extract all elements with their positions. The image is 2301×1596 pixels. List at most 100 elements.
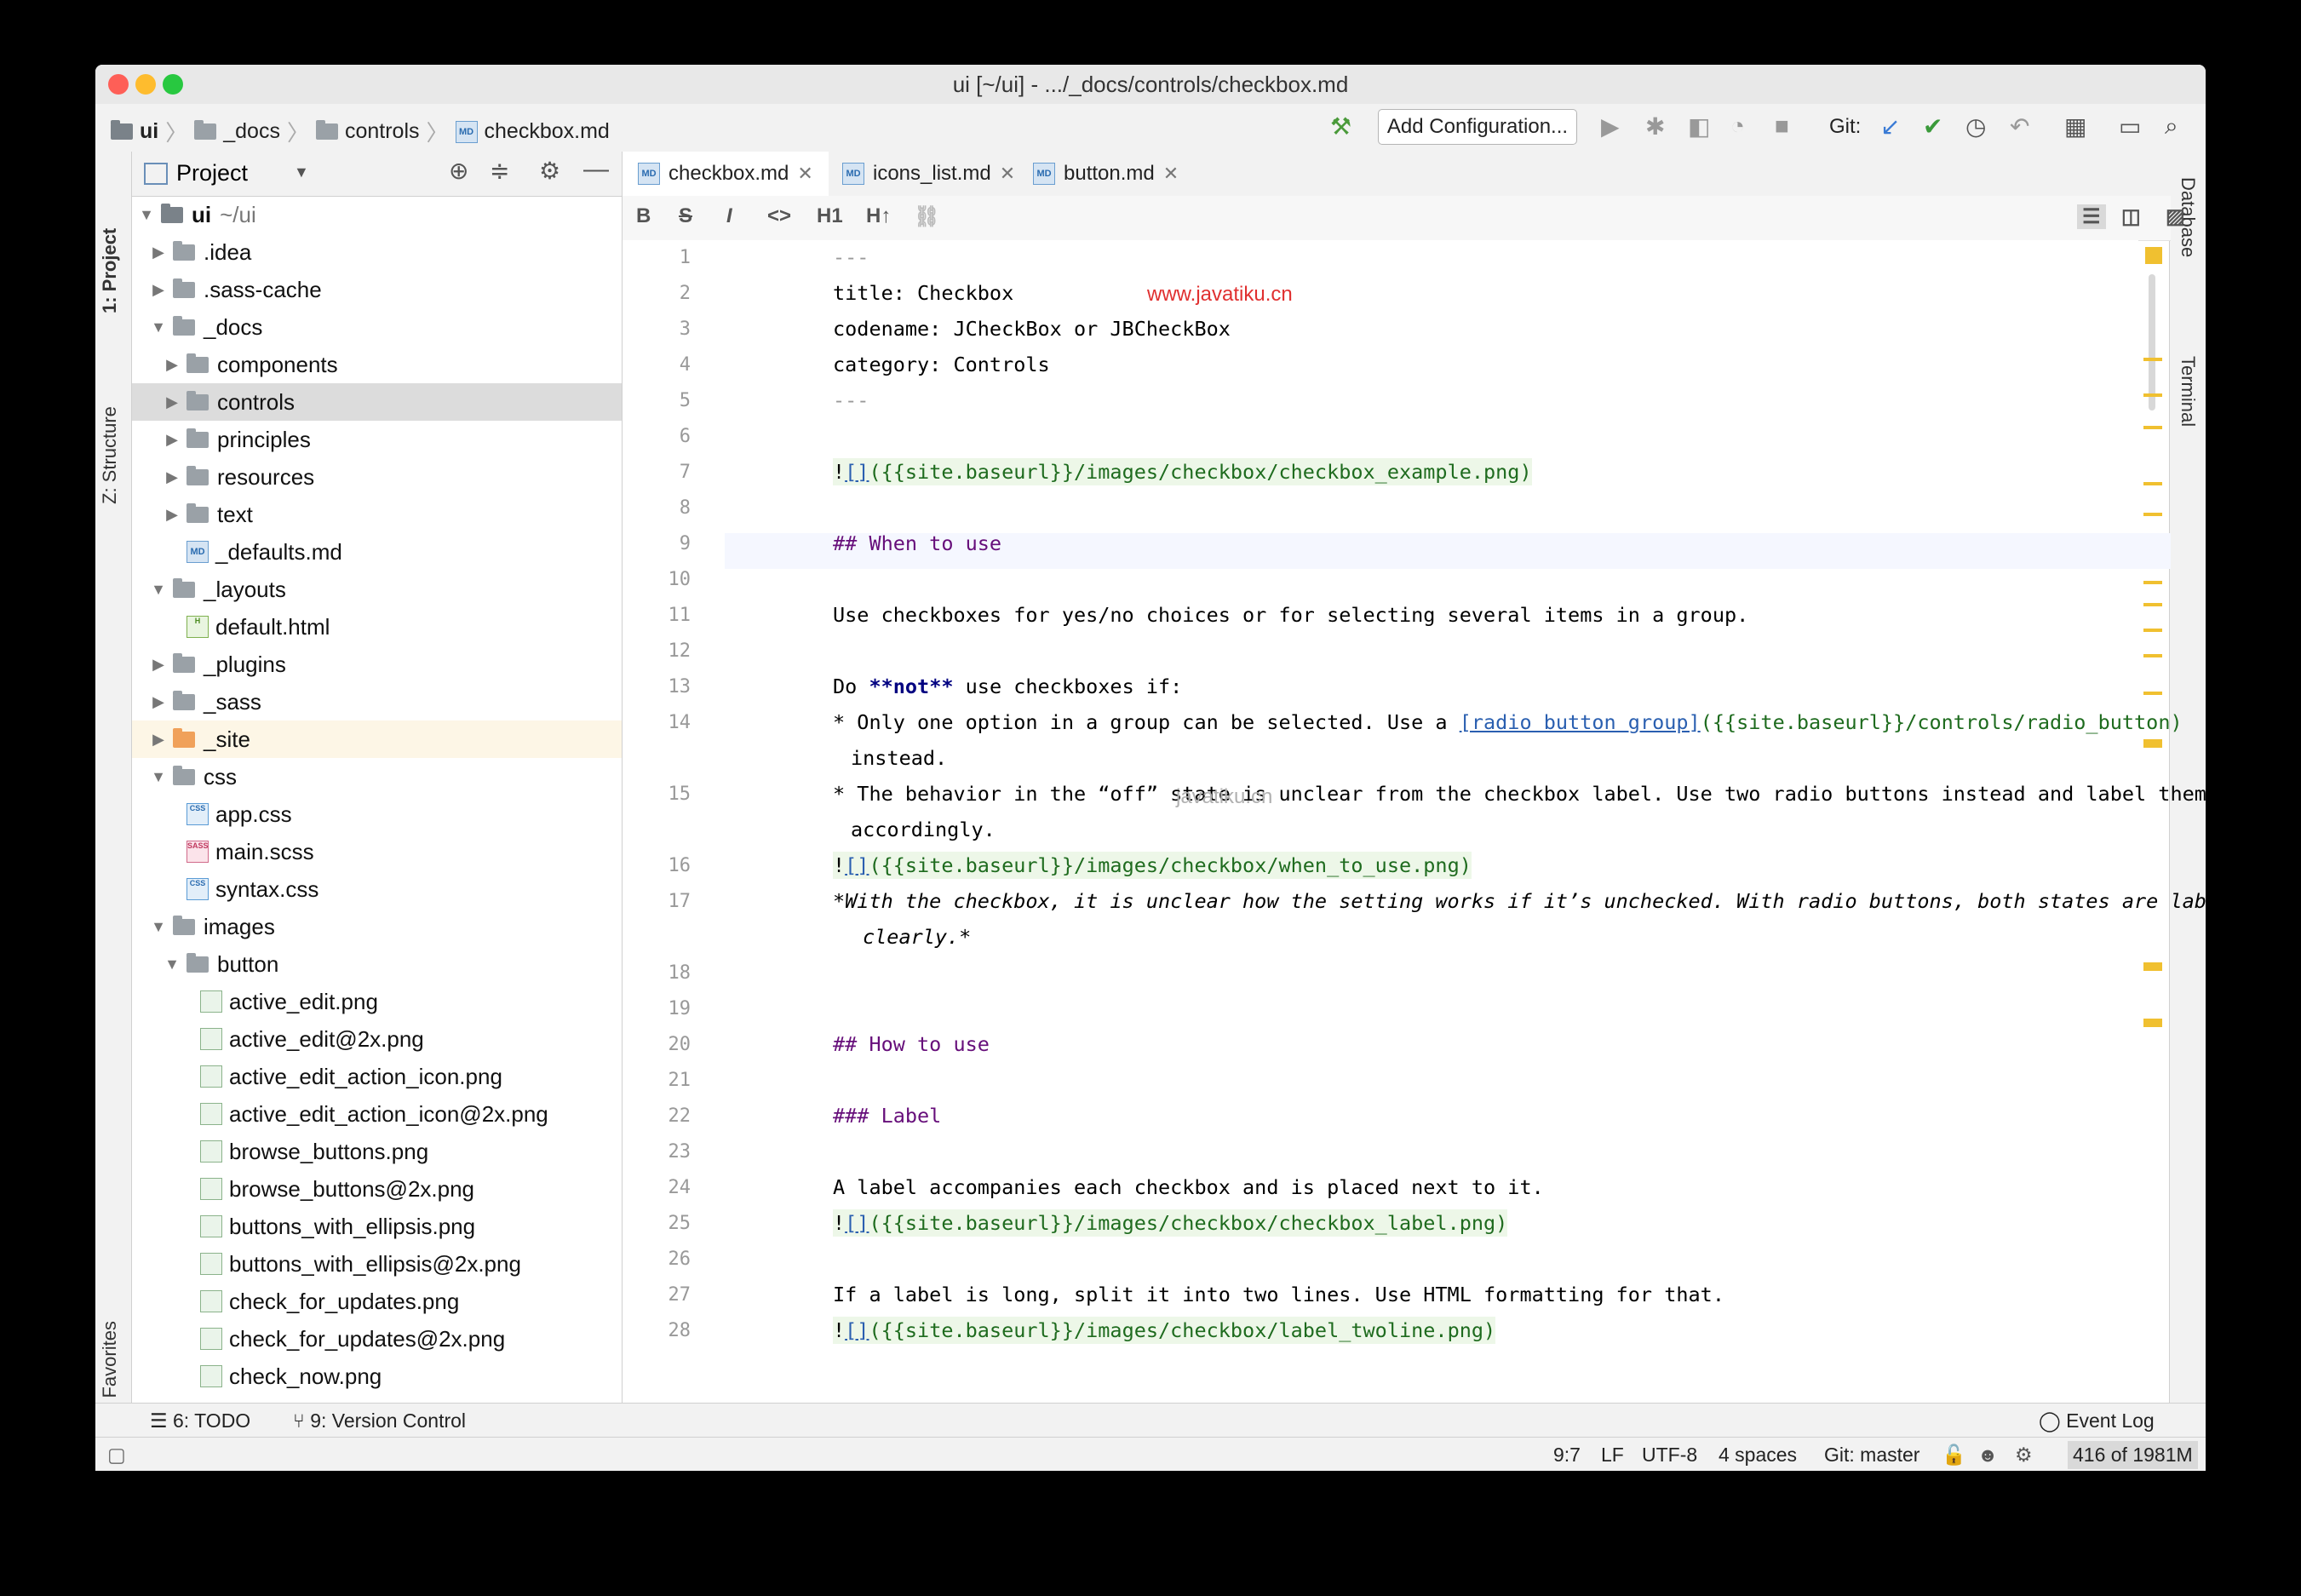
warning-marker[interactable] [2143,603,2162,606]
build-hammer-icon[interactable]: ⚒ [1330,112,1351,141]
warning-marker[interactable] [2143,393,2162,397]
event-log-button[interactable]: ◯ Event Log [2039,1409,2155,1432]
tree-item[interactable]: ▼ css [132,758,622,795]
tree-item[interactable]: ▶ text [132,496,622,533]
tree-root[interactable]: ▼ ui ~/ui [132,196,622,233]
warning-marker[interactable] [2143,739,2162,748]
close-tab-icon[interactable]: ✕ [1000,163,1015,185]
warning-marker[interactable] [2143,962,2162,971]
structure-tool-tab[interactable]: Z: Structure [99,406,121,504]
tree-item[interactable]: ▼ button [132,945,622,983]
git-update-icon[interactable]: ↙ [1880,112,1900,141]
tree-item[interactable]: check_for_updates@2x.png [132,1320,622,1358]
tree-item[interactable]: browse_buttons@2x.png [132,1170,622,1208]
code-button[interactable]: <> [767,204,791,228]
strikethrough-button[interactable]: S [679,204,692,228]
expand-arrow-icon[interactable]: ▶ [149,731,168,749]
expand-arrow-icon[interactable]: ▶ [149,281,168,299]
breadcrumb-file[interactable]: checkbox.md [485,119,610,144]
tree-item[interactable]: buttons_with_ellipsis.png [132,1208,622,1245]
bold-button[interactable]: B [636,204,651,228]
project-tool-tab[interactable]: 1: Project [99,228,121,313]
expand-arrow-icon[interactable]: ▼ [149,918,168,936]
line-separator[interactable]: LF [1601,1444,1624,1467]
add-configuration-button[interactable]: Add Configuration... [1378,109,1577,145]
inspector-icon[interactable]: ☻ [1977,1444,1998,1467]
expand-arrow-icon[interactable]: ▶ [163,468,181,486]
collapse-all-icon[interactable]: ≑ [490,157,509,185]
project-structure-icon[interactable]: ▦ [2064,112,2086,141]
tree-item[interactable]: CSS app.css [132,795,622,833]
tree-item[interactable]: active_edit_action_icon.png [132,1058,622,1095]
expand-arrow-icon[interactable]: ▶ [163,506,181,524]
tree-item[interactable]: check_now.png [132,1358,622,1395]
tree-item[interactable]: Hdefault.html [132,608,622,646]
tab-button-md[interactable]: MD button.md ✕ [1018,152,1194,196]
caret-position[interactable]: 9:7 [1553,1444,1581,1467]
close-tab-icon[interactable]: ✕ [1163,163,1179,185]
tree-item[interactable]: ▶ .sass-cache [132,271,622,308]
expand-arrow-icon[interactable]: ▶ [149,693,168,711]
locate-file-icon[interactable]: ⊕ [449,157,468,185]
toggle-tool-windows-icon[interactable]: ▢ [107,1444,126,1467]
tree-item[interactable]: check_for_updates.png [132,1283,622,1320]
coverage-icon[interactable]: ◧ [1688,112,1710,141]
tree-item[interactable]: active_edit@2x.png [132,1020,622,1058]
profile-icon[interactable]: ◔ [1730,112,1745,140]
split-view-icon[interactable]: ◫ [2121,204,2141,229]
breadcrumb-docs[interactable]: _docs [223,119,280,144]
tree-item[interactable]: ▶ principles [132,421,622,458]
git-branch[interactable]: Git: master [1824,1444,1919,1467]
debug-icon[interactable]: ✱ [1645,112,1665,141]
expand-arrow-icon[interactable]: ▼ [149,581,168,599]
tree-item[interactable]: SASS main.scss [132,833,622,870]
italic-button[interactable]: I [726,204,732,228]
expand-arrow-icon[interactable]: ▶ [163,431,181,449]
expand-arrow-icon[interactable]: ▶ [149,656,168,674]
tree-item[interactable]: ▶ resources [132,458,622,496]
tree-item[interactable]: browse_buttons.png [132,1133,622,1170]
tree-item[interactable]: CSS syntax.css [132,870,622,908]
hide-panel-icon[interactable]: — [583,155,609,184]
warning-marker[interactable] [2143,482,2162,485]
memory-indicator-icon[interactable]: ⚙ [2015,1444,2033,1467]
run-icon[interactable]: ▶ [1601,112,1620,141]
tree-item[interactable]: MD _defaults.md [132,533,622,571]
warning-marker[interactable] [2143,513,2162,516]
expand-arrow-icon[interactable]: ▶ [163,356,181,374]
warning-marker[interactable] [2143,1019,2162,1027]
tree-item[interactable]: buttons_with_ellipsis@2x.png [132,1245,622,1283]
chevron-down-icon[interactable]: ▼ [294,164,309,181]
search-icon[interactable]: ⌕ [2165,112,2178,141]
analysis-status-icon[interactable] [2145,247,2162,264]
git-history-icon[interactable]: ◷ [1965,112,1986,141]
close-tab-icon[interactable]: ✕ [797,163,812,185]
tree-item[interactable]: active_edit.png [132,983,622,1020]
editor-only-view-icon[interactable]: ☰ [2077,204,2106,229]
expand-arrow-icon[interactable]: ▼ [137,206,156,224]
link-icon[interactable]: ⛓ [914,204,939,229]
warning-marker[interactable] [2143,692,2162,695]
tree-item[interactable]: ▼ images [132,908,622,945]
header-up-button[interactable]: H↑ [866,204,891,228]
terminal-tool-tab[interactable]: Terminal [2177,356,2199,427]
tab-icons-list-md[interactable]: MD icons_list.md ✕ [827,152,1030,196]
project-view-selector[interactable]: Project [176,160,248,187]
gear-icon[interactable]: ⚙ [539,157,560,185]
expand-arrow-icon[interactable]: ▶ [163,393,181,411]
tree-item[interactable]: ▶ .idea [132,233,622,271]
tab-checkbox-md[interactable]: MD checkbox.md ✕ [623,152,829,199]
warning-marker[interactable] [2143,581,2162,584]
editor-scrollbar[interactable] [2138,240,2171,1360]
warning-marker[interactable] [2143,426,2162,429]
expand-arrow-icon[interactable]: ▼ [163,956,181,973]
tree-item[interactable]: ▶ _plugins [132,646,622,683]
breadcrumb-ui[interactable]: ui [140,119,158,144]
expand-arrow-icon[interactable]: ▶ [149,244,168,261]
todo-tool-button[interactable]: ☰ 6: TODO [150,1409,250,1432]
tree-item[interactable]: ▶ _sass [132,683,622,720]
memory-indicator[interactable]: 416 of 1981M [2068,1441,2198,1469]
tree-item[interactable]: active_edit_action_icon@2x.png [132,1095,622,1133]
tree-item-excluded[interactable]: ▶ _site [132,720,622,758]
git-rollback-icon[interactable]: ↶ [2010,112,2029,141]
